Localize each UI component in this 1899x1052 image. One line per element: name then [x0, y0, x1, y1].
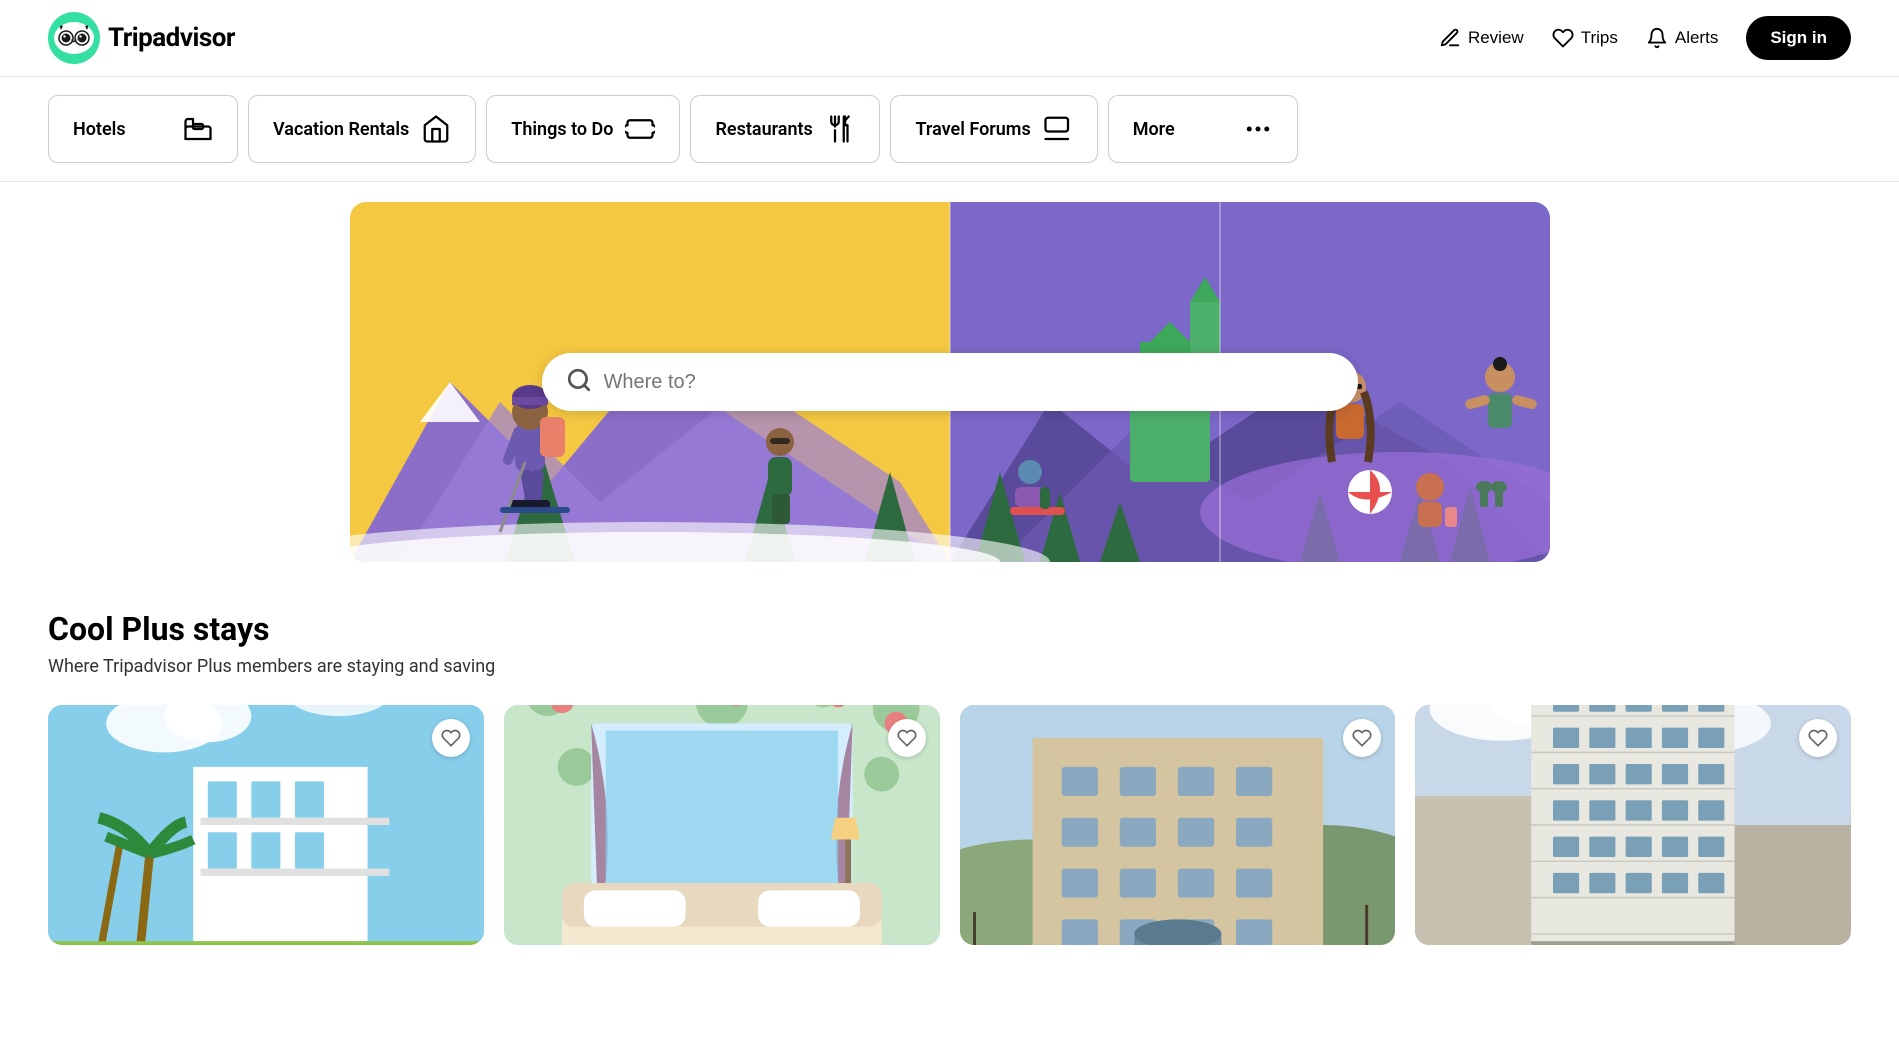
property-card-3[interactable] — [960, 705, 1396, 945]
search-container — [542, 353, 1358, 411]
trips-button[interactable]: Trips — [1552, 27, 1618, 49]
bed-icon — [183, 114, 213, 144]
review-button[interactable]: Review — [1439, 27, 1524, 49]
favorite-button-2[interactable] — [888, 719, 926, 757]
hero-wrapper — [0, 202, 1899, 562]
nav-tabs: Hotels Vacation Rentals Things to Do Res… — [0, 77, 1899, 182]
card-image-1 — [48, 705, 484, 945]
heart-icon-1 — [441, 728, 461, 748]
header-actions: Review Trips Alerts Sign in — [1439, 16, 1851, 60]
search-bar[interactable] — [542, 353, 1358, 411]
alerts-button[interactable]: Alerts — [1646, 27, 1718, 49]
trips-label: Trips — [1581, 28, 1618, 48]
cool-plus-subtitle: Where Tripadvisor Plus members are stayi… — [48, 656, 1851, 677]
tab-restaurants[interactable]: Restaurants — [690, 95, 880, 163]
header: Tripadvisor Review Trips Alerts Sign in — [0, 0, 1899, 77]
tab-more[interactable]: More — [1108, 95, 1298, 163]
favorite-button-3[interactable] — [1343, 719, 1381, 757]
logo[interactable]: Tripadvisor — [48, 12, 235, 64]
property-cards-row — [48, 705, 1851, 945]
dots-icon — [1243, 114, 1273, 144]
card-image-4 — [1415, 705, 1851, 945]
property-card-1[interactable] — [48, 705, 484, 945]
tab-things-to-do[interactable]: Things to Do — [486, 95, 680, 163]
search-input[interactable] — [604, 371, 1334, 394]
signin-button[interactable]: Sign in — [1746, 16, 1851, 60]
tab-hotels[interactable]: Hotels — [48, 95, 238, 163]
heart-icon-3 — [1352, 728, 1372, 748]
fork-icon — [825, 114, 855, 144]
tab-vacation-rentals[interactable]: Vacation Rentals — [248, 95, 476, 163]
review-label: Review — [1468, 28, 1524, 48]
tripadvisor-logo-icon — [48, 12, 100, 64]
heart-icon-4 — [1808, 728, 1828, 748]
ticket-icon — [625, 114, 655, 144]
favorite-button-1[interactable] — [432, 719, 470, 757]
alerts-label: Alerts — [1675, 28, 1718, 48]
logo-text: Tripadvisor — [108, 23, 235, 53]
card-image-3 — [960, 705, 1396, 945]
pencil-icon — [1439, 27, 1461, 49]
heart-icon — [1552, 27, 1574, 49]
favorite-button-4[interactable] — [1799, 719, 1837, 757]
bell-icon — [1646, 27, 1668, 49]
home-icon — [421, 114, 451, 144]
hero-banner — [350, 202, 1550, 562]
cool-plus-section: Cool Plus stays Where Tripadvisor Plus m… — [0, 562, 1899, 945]
card-image-2 — [504, 705, 940, 945]
flag-icon — [1043, 114, 1073, 144]
heart-icon-2 — [897, 728, 917, 748]
cool-plus-title: Cool Plus stays — [48, 610, 1851, 648]
property-card-2[interactable] — [504, 705, 940, 945]
tab-travel-forums[interactable]: Travel Forums — [890, 95, 1097, 163]
property-card-4[interactable] — [1415, 705, 1851, 945]
search-icon — [566, 367, 592, 397]
